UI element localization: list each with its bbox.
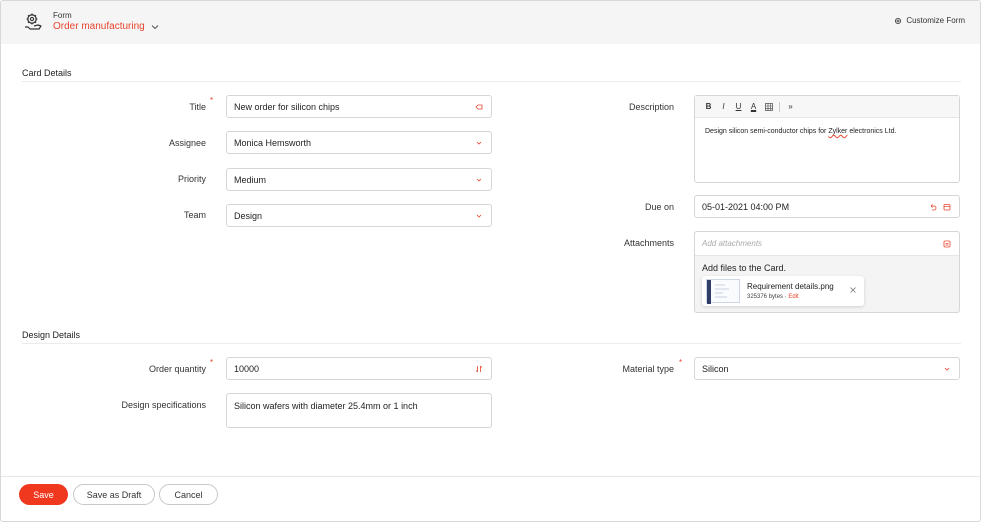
- file-name: Requirement details.png: [747, 282, 834, 291]
- attachments-field[interactable]: Add attachments Add files to the Card. R…: [694, 231, 960, 313]
- table-button[interactable]: [762, 100, 775, 114]
- attachment-file-card[interactable]: Requirement details.png 325376 bytes · E…: [702, 276, 864, 306]
- title-input[interactable]: New order for silicon chips: [226, 95, 492, 118]
- design-specifications-textarea[interactable]: Silicon wafers with diameter 25.4mm or 1…: [226, 393, 492, 428]
- order-quantity-label: Order quantity: [148, 364, 206, 374]
- due-date-input[interactable]: 05-01-2021 04:00 PM: [694, 195, 960, 218]
- calendar-icon[interactable]: [943, 203, 951, 211]
- design-specifications-value: Silicon wafers with diameter 25.4mm or 1…: [234, 401, 418, 411]
- form-name-label: Order manufacturing: [53, 21, 145, 32]
- team-select[interactable]: Design: [226, 204, 492, 227]
- title-value: New order for silicon chips: [234, 101, 340, 112]
- table-icon: [764, 102, 773, 111]
- description-text: Design silicon semi-conductor chips for …: [705, 128, 897, 135]
- assignee-label: Assignee: [168, 138, 206, 148]
- chevron-down-icon: [151, 24, 159, 29]
- section-design-details: Design Details: [22, 330, 81, 340]
- footer-divider: [1, 476, 980, 477]
- title-label: Title: [189, 102, 206, 112]
- priority-select[interactable]: Medium: [226, 168, 492, 191]
- customize-form-button[interactable]: Customize Form: [894, 16, 965, 25]
- order-quantity-input[interactable]: 10000: [226, 357, 492, 380]
- form-settings-icon: [25, 13, 42, 30]
- clear-text-icon[interactable]: [475, 103, 483, 111]
- file-thumbnail: [706, 279, 740, 304]
- chevron-down-icon: [476, 214, 482, 218]
- attachments-placeholder: Add attachments: [702, 239, 763, 248]
- due-on-value: 05-01-2021 04:00 PM: [702, 201, 790, 212]
- assignee-select[interactable]: Monica Hemsworth: [226, 131, 492, 154]
- sort-icon: [475, 365, 483, 372]
- form-selector[interactable]: Order manufacturing: [53, 21, 159, 32]
- required-marker: *: [210, 358, 214, 367]
- team-label: Team: [183, 210, 206, 220]
- header-bar: Form Order manufacturing Customize Form: [1, 1, 980, 44]
- required-marker: *: [679, 358, 683, 367]
- chevron-down-icon: [944, 367, 950, 371]
- attachment-drop-zone[interactable]: Add attachments: [695, 232, 959, 256]
- toolbar-divider: [779, 101, 780, 112]
- save-draft-button[interactable]: Save as Draft: [73, 484, 155, 505]
- chevron-down-icon: [476, 178, 482, 182]
- due-on-label: Due on: [644, 202, 674, 212]
- customize-form-label: Customize Form: [906, 16, 965, 25]
- chevron-down-icon: [476, 141, 482, 145]
- more-options-button[interactable]: »: [784, 100, 797, 114]
- undo-icon[interactable]: [929, 203, 937, 211]
- priority-value: Medium: [234, 174, 267, 185]
- assignee-value: Monica Hemsworth: [234, 137, 312, 148]
- section-divider: [22, 343, 961, 344]
- image-preview-icon: [707, 280, 729, 304]
- attachments-hint: Add files to the Card.: [702, 263, 787, 273]
- material-type-value: Silicon: [702, 363, 729, 374]
- material-type-select[interactable]: Silicon: [694, 357, 960, 380]
- order-quantity-value: 10000: [234, 363, 260, 374]
- team-value: Design: [234, 210, 263, 221]
- font-color-button[interactable]: A: [747, 100, 760, 114]
- material-type-label: Material type: [622, 364, 674, 374]
- editor-toolbar: B I U A »: [695, 96, 959, 118]
- form-type-label: Form: [53, 11, 72, 20]
- upload-icon[interactable]: [943, 240, 951, 248]
- design-specifications-label: Design specifications: [121, 400, 206, 410]
- underline-button[interactable]: U: [732, 100, 745, 114]
- priority-label: Priority: [177, 174, 206, 184]
- section-card-details: Card Details: [22, 68, 72, 78]
- required-marker: *: [210, 96, 214, 105]
- gear-icon: [895, 17, 902, 24]
- description-editor[interactable]: B I U A » Design silicon semi-conductor …: [694, 95, 960, 183]
- section-divider: [22, 81, 961, 82]
- file-meta: 325376 bytes · Edit: [747, 294, 799, 300]
- close-icon[interactable]: [849, 286, 857, 294]
- bold-button[interactable]: B: [702, 100, 715, 114]
- file-edit-link[interactable]: Edit: [788, 294, 798, 300]
- attachments-label: Attachments: [623, 238, 674, 248]
- italic-button[interactable]: I: [717, 100, 730, 114]
- form-window: Form Order manufacturing Customize Form …: [0, 0, 981, 522]
- cancel-button[interactable]: Cancel: [159, 484, 218, 505]
- save-button[interactable]: Save: [19, 484, 68, 505]
- description-label: Description: [628, 102, 674, 112]
- file-size: 325376 bytes: [747, 294, 784, 300]
